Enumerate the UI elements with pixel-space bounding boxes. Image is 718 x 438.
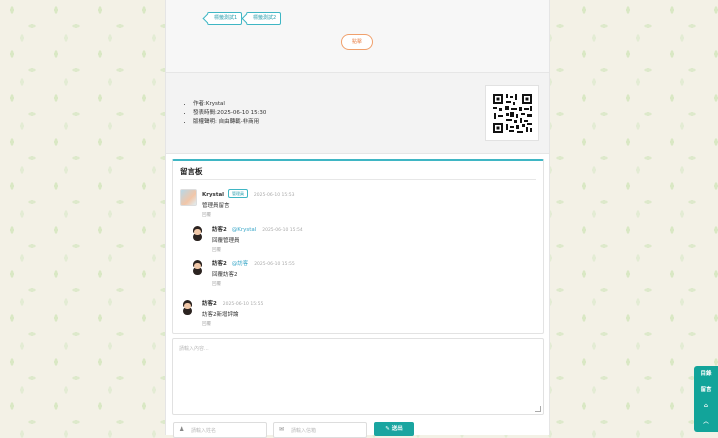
- comment-textarea[interactable]: 請輸入內容...: [172, 338, 544, 415]
- article-container: 標籤測試1 標籤測試2 點擊 作者:Krystal 發表時間:2025-06-1…: [165, 0, 550, 438]
- mention[interactable]: @訪客: [232, 261, 249, 267]
- board-title: 留言板: [180, 167, 203, 176]
- email-placeholder: 請輸入信箱: [291, 428, 317, 434]
- tag-2[interactable]: 標籤測試2: [246, 12, 282, 25]
- comment-time: 2025-06-10 15:55: [222, 302, 264, 307]
- avatar: [180, 299, 195, 314]
- reply-link[interactable]: 回覆: [202, 212, 294, 218]
- divider: [180, 179, 536, 180]
- avatar: [180, 189, 197, 206]
- reply-link[interactable]: 回覆: [212, 281, 295, 287]
- side-toolbar: 目錄 留言 ⌂ ︿: [694, 366, 718, 432]
- reply-link[interactable]: 回覆: [202, 321, 263, 327]
- comment-button[interactable]: 留言: [694, 382, 718, 398]
- tags-area: 標籤測試1 標籤測試2 點擊: [166, 0, 549, 72]
- post-info: 作者:Krystal 發表時間:2025-06-10 15:30 版權聲明: 自…: [166, 72, 549, 154]
- comment-text: 回覆管理員: [212, 238, 240, 244]
- textarea-placeholder: 請輸入內容...: [179, 346, 209, 352]
- pay-button[interactable]: 點擊: [341, 34, 373, 50]
- github-icon[interactable]: ⌂: [694, 398, 718, 414]
- back-to-top-icon[interactable]: ︿: [694, 414, 718, 430]
- published-line: 發表時間:2025-06-10 15:30: [193, 109, 266, 118]
- toc-button[interactable]: 目錄: [694, 366, 718, 382]
- avatar: [190, 225, 205, 240]
- user-icon: ♟: [179, 426, 185, 433]
- avatar: [190, 259, 205, 274]
- admin-badge: 管理員: [227, 189, 248, 198]
- qr-code: [485, 85, 539, 141]
- comment-author: Krystal: [202, 192, 225, 198]
- mention[interactable]: @Krystal: [232, 227, 257, 233]
- qr-code-icon: [493, 94, 532, 133]
- email-field[interactable]: ✉ 請輸入信箱: [273, 422, 367, 438]
- edit-icon: ✎: [385, 426, 390, 432]
- comment-time: 2025-06-10 15:55: [254, 262, 295, 267]
- send-button[interactable]: ✎ 送出: [374, 422, 414, 436]
- envelope-icon: ✉: [279, 426, 285, 433]
- comment-author: 訪客2: [202, 301, 217, 307]
- tag-1[interactable]: 標籤測試1: [207, 12, 243, 25]
- author-line: 作者:Krystal: [193, 100, 266, 109]
- comment-text: 管理員留言: [202, 203, 230, 209]
- comment-author: 訪客2: [212, 261, 227, 267]
- comment-time: 2025-06-10 15:54: [262, 228, 303, 233]
- send-label: 送出: [391, 426, 403, 432]
- name-placeholder: 請輸入姓名: [191, 428, 217, 434]
- comment-board: 留言板 Krystal 管理員 2025-06-10 15:53 管理員留言 回…: [172, 159, 544, 334]
- reply-link[interactable]: 回覆: [212, 247, 303, 253]
- name-field[interactable]: ♟ 請輸入姓名: [173, 422, 267, 438]
- comment-time: 2025-06-10 15:53: [253, 193, 295, 198]
- license-line: 版權聲明: 自由轉載-非商用: [193, 118, 266, 127]
- comment-text: 回覆訪客2: [212, 272, 238, 278]
- comment-author: 訪客2: [212, 227, 227, 233]
- post-meta-list: 作者:Krystal 發表時間:2025-06-10 15:30 版權聲明: 自…: [183, 100, 266, 127]
- resize-handle-icon[interactable]: [535, 406, 541, 412]
- comment-text: 訪客2新增評論: [202, 312, 239, 318]
